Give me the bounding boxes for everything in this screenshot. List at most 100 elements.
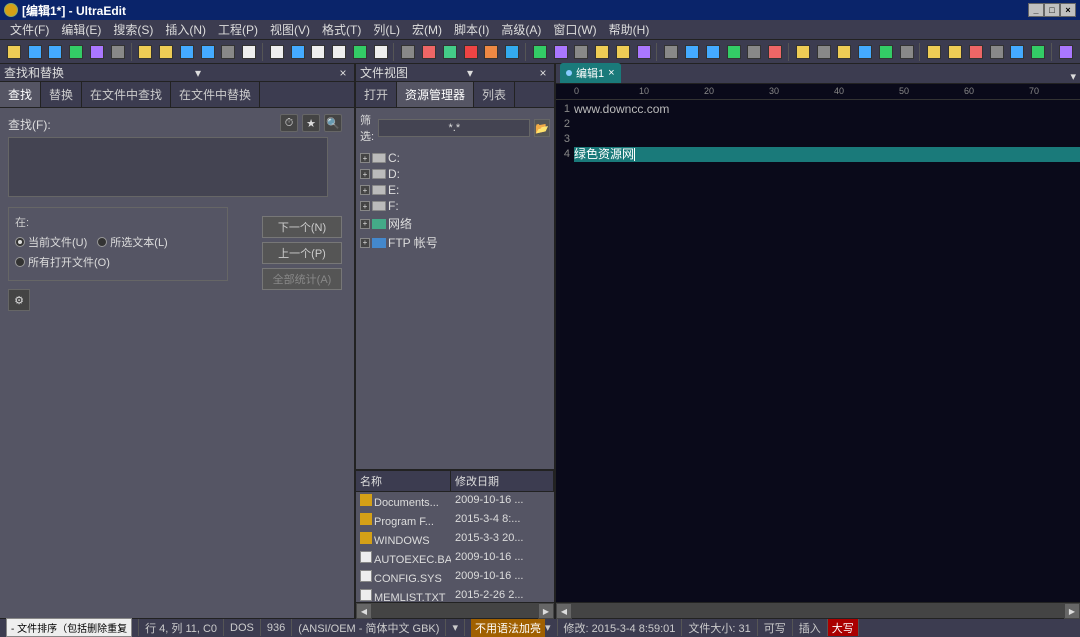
expand-icon[interactable]: + — [360, 201, 370, 211]
toolbar-button[interactable] — [135, 42, 155, 62]
close-panel-icon[interactable]: × — [536, 66, 550, 80]
toolbar-button[interactable] — [25, 42, 45, 62]
toolbar-button[interactable] — [724, 42, 744, 62]
find-tab[interactable]: 查找 — [0, 82, 41, 107]
toolbar-button[interactable] — [156, 42, 176, 62]
toolbar-button[interactable] — [288, 42, 308, 62]
menu-item[interactable]: 脚本(I) — [448, 19, 495, 40]
file-view-tab[interactable]: 打开 — [356, 82, 397, 107]
toolbar-button[interactable] — [198, 42, 218, 62]
toolbar-button[interactable] — [987, 42, 1007, 62]
toolbar-button[interactable] — [218, 42, 238, 62]
menu-item[interactable]: 编辑(E) — [55, 19, 107, 40]
find-input[interactable] — [8, 137, 328, 197]
minimize-button[interactable]: _ — [1028, 3, 1044, 17]
menu-item[interactable]: 文件(F) — [4, 19, 55, 40]
file-row[interactable]: CONFIG.SYS2009-10-16 ... — [356, 568, 554, 587]
scope-radio[interactable]: 当前文件(U) — [15, 234, 87, 250]
toolbar-button[interactable] — [419, 42, 439, 62]
find-option-icon[interactable]: ⏱ — [280, 114, 298, 132]
editor-hscroll[interactable]: ◀ ▶ — [556, 602, 1080, 618]
editor-area[interactable]: 1234 www.downcc.com绿色资源网 — [556, 100, 1080, 602]
toolbar-button[interactable] — [239, 42, 259, 62]
status-dropdown[interactable]: - 文件排序（包括删除重复 — [6, 618, 132, 637]
toolbar-button[interactable] — [703, 42, 723, 62]
toolbar-button[interactable] — [371, 42, 391, 62]
file-row[interactable]: Program F...2015-3-4 8:... — [356, 511, 554, 530]
menu-item[interactable]: 高级(A) — [495, 19, 547, 40]
maximize-button[interactable]: □ — [1044, 3, 1060, 17]
filter-input[interactable] — [378, 119, 530, 137]
toolbar-button[interactable] — [613, 42, 633, 62]
expand-icon[interactable]: + — [360, 169, 370, 179]
find-option-icon[interactable]: ★ — [302, 114, 320, 132]
toolbar-button[interactable] — [481, 42, 501, 62]
file-row[interactable]: MEMLIST.TXT2015-2-26 2... — [356, 587, 554, 602]
menu-item[interactable]: 列(L) — [367, 19, 406, 40]
close-panel-icon[interactable]: × — [336, 66, 350, 80]
expand-icon[interactable]: + — [360, 185, 370, 195]
code-line[interactable] — [574, 132, 1080, 147]
find-action-button[interactable]: 下一个(N) — [262, 216, 342, 238]
toolbar-button[interactable] — [350, 42, 370, 62]
settings-gear-button[interactable]: ⚙ — [8, 289, 30, 311]
tree-item[interactable]: +F: — [360, 198, 550, 214]
file-row[interactable]: WINDOWS2015-3-3 20... — [356, 530, 554, 549]
col-date[interactable]: 修改日期 — [451, 471, 554, 491]
close-tab-icon[interactable]: × — [608, 67, 614, 79]
file-row[interactable]: AUTOEXEC.BAT2009-10-16 ... — [356, 549, 554, 568]
menu-item[interactable]: 格式(T) — [316, 19, 367, 40]
toolbar-button[interactable] — [87, 42, 107, 62]
menu-item[interactable]: 搜索(S) — [107, 19, 159, 40]
scroll-right-icon[interactable]: ▶ — [538, 603, 554, 619]
toolbar-button[interactable] — [329, 42, 349, 62]
toolbar-button[interactable] — [398, 42, 418, 62]
toolbar-button[interactable] — [530, 42, 550, 62]
code-line[interactable] — [574, 117, 1080, 132]
code-line[interactable]: 绿色资源网 — [574, 147, 1080, 162]
toolbar-button[interactable] — [1028, 42, 1048, 62]
status-down-icon[interactable]: ▾ — [446, 619, 465, 636]
code-line[interactable]: www.downcc.com — [574, 102, 1080, 117]
toolbar-button[interactable] — [661, 42, 681, 62]
menu-item[interactable]: 视图(V) — [264, 19, 316, 40]
expand-icon[interactable]: + — [360, 219, 370, 229]
tree-item[interactable]: +C: — [360, 150, 550, 166]
toolbar-button[interactable] — [855, 42, 875, 62]
chevron-down-icon[interactable]: ▾ — [195, 66, 201, 80]
browse-folder-button[interactable]: 📂 — [534, 119, 550, 137]
toolbar-button[interactable] — [592, 42, 612, 62]
toolbar-button[interactable] — [897, 42, 917, 62]
toolbar-button[interactable] — [945, 42, 965, 62]
toolbar-button[interactable] — [461, 42, 481, 62]
scope-radio[interactable]: 所有打开文件(O) — [15, 254, 110, 270]
editor-tab[interactable]: 编辑1 × — [560, 63, 621, 83]
scroll-right-icon[interactable]: ▶ — [1064, 603, 1080, 619]
menu-item[interactable]: 窗口(W) — [547, 19, 602, 40]
toolbar-button[interactable] — [440, 42, 460, 62]
scope-radio[interactable]: 所选文本(L) — [97, 234, 167, 250]
find-action-button[interactable]: 上一个(P) — [262, 242, 342, 264]
toolbar-button[interactable] — [177, 42, 197, 62]
toolbar-button[interactable] — [765, 42, 785, 62]
expand-icon[interactable]: + — [360, 238, 370, 248]
chevron-down-icon[interactable]: ▾ — [1070, 70, 1076, 83]
toolbar-button[interactable] — [793, 42, 813, 62]
menu-item[interactable]: 工程(P) — [212, 19, 264, 40]
toolbar-button[interactable] — [924, 42, 944, 62]
file-hscroll[interactable]: ◀ ▶ — [356, 602, 554, 618]
file-view-tab[interactable]: 列表 — [474, 82, 515, 107]
file-row[interactable]: Documents...2009-10-16 ... — [356, 492, 554, 511]
find-option-icon[interactable]: 🔍 — [324, 114, 342, 132]
code-area[interactable]: www.downcc.com 绿色资源网 — [572, 100, 1080, 602]
toolbar-button[interactable] — [634, 42, 654, 62]
toolbar-button[interactable] — [744, 42, 764, 62]
toolbar-button[interactable] — [571, 42, 591, 62]
toolbar-button[interactable] — [682, 42, 702, 62]
tree-item[interactable]: +FTP 帐号 — [360, 233, 550, 252]
chevron-down-icon[interactable]: ▾ — [467, 66, 473, 80]
scroll-left-icon[interactable]: ◀ — [556, 603, 572, 619]
toolbar-button[interactable] — [267, 42, 287, 62]
toolbar-button[interactable] — [4, 42, 24, 62]
col-name[interactable]: 名称 — [356, 471, 451, 491]
